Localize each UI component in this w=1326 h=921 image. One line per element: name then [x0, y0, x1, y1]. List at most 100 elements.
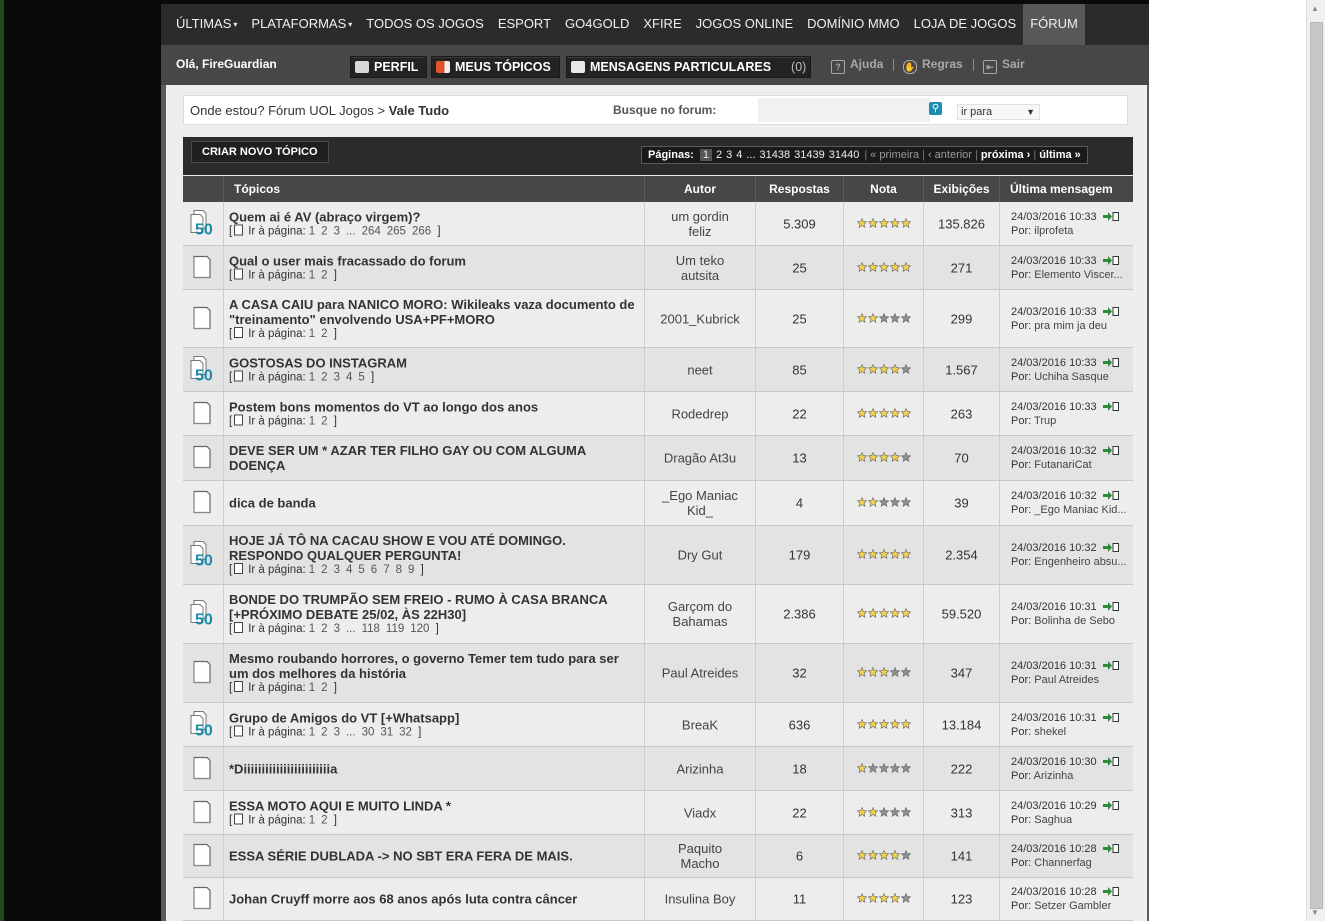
topic-page-link[interactable]: 3 — [334, 371, 340, 383]
topic-page-link[interactable]: 3 — [334, 623, 340, 635]
topic-page-link[interactable]: 7 — [383, 564, 389, 576]
last-message-author-link[interactable]: shekel — [1034, 726, 1066, 738]
topic-page-link[interactable]: 264 — [362, 225, 381, 237]
topic-page-link[interactable]: 2 — [321, 564, 327, 576]
topic-title-link[interactable]: Grupo de Amigos do VT [+Whatsapp] — [229, 710, 636, 725]
last-message-author-link[interactable]: ilprofeta — [1034, 225, 1073, 237]
last-message-author-link[interactable]: Engenheiro absu... — [1034, 556, 1126, 568]
nav-item[interactable]: DOMÍNIO MMO — [800, 4, 906, 45]
last-message-author-link[interactable]: Setzer Gambler — [1034, 900, 1111, 912]
topic-page-link[interactable]: 9 — [408, 564, 414, 576]
topic-title-link[interactable]: A CASA CAIU para NANICO MORO: Wikileaks … — [229, 297, 636, 327]
topic-page-link[interactable]: 8 — [396, 564, 402, 576]
topic-page-link[interactable]: 3 — [334, 225, 340, 237]
topic-page-link[interactable]: 1 — [309, 371, 315, 383]
topic-page-link[interactable]: 120 — [410, 623, 429, 635]
scroll-up-arrow-icon[interactable]: ▲ — [1311, 4, 1319, 13]
last-message-author-link[interactable]: Bolinha de Sebo — [1034, 615, 1115, 627]
go-to-last-post-icon[interactable] — [1102, 542, 1119, 552]
topic-page-link[interactable]: 1 — [309, 328, 315, 340]
nav-item[interactable]: ESPORT — [491, 4, 558, 45]
topic-title-link[interactable]: ESSA SÉRIE DUBLADA -> NO SBT ERA FERA DE… — [229, 849, 636, 864]
topic-page-link[interactable]: 1 — [309, 682, 315, 694]
search-input[interactable] — [758, 98, 930, 122]
author-link[interactable]: _Ego Maniac Kid_ — [662, 488, 738, 518]
go-to-last-post-icon[interactable] — [1102, 255, 1119, 265]
go-to-last-post-icon[interactable] — [1102, 211, 1119, 221]
next-page-link[interactable]: próxima › — [981, 149, 1031, 161]
topic-page-link[interactable]: 2 — [321, 415, 327, 427]
go-to-last-post-icon[interactable] — [1102, 401, 1119, 411]
topic-page-link[interactable]: 266 — [412, 225, 431, 237]
author-link[interactable]: Dragão At3u — [664, 451, 736, 466]
previous-page-link[interactable]: ‹ anterior — [928, 149, 972, 161]
topic-title-link[interactable]: ESSA MOTO AQUI E MUITO LINDA * — [229, 798, 636, 813]
nav-item[interactable]: TODOS OS JOGOS — [359, 4, 491, 45]
last-message-author-link[interactable]: Uchiha Sasque — [1034, 371, 1109, 383]
author-link[interactable]: Arizinha — [677, 761, 724, 776]
topic-page-link[interactable]: 2 — [321, 225, 327, 237]
last-message-author-link[interactable]: Elemento Viscer... — [1034, 269, 1122, 281]
first-page-link[interactable]: « primeira — [870, 149, 919, 161]
topic-page-link[interactable]: 2 — [321, 623, 327, 635]
go-to-last-post-icon[interactable] — [1102, 886, 1119, 896]
topic-page-link[interactable]: 2 — [321, 328, 327, 340]
topic-title-link[interactable]: GOSTOSAS DO INSTAGRAM — [229, 355, 636, 370]
author-link[interactable]: 2001_Kubrick — [660, 311, 740, 326]
topic-title-link[interactable]: Quem ai é AV (abraço virgem)? — [229, 209, 636, 224]
topic-page-link[interactable]: 30 — [362, 726, 375, 738]
topic-page-link[interactable]: 1 — [309, 564, 315, 576]
topic-page-link[interactable]: 1 — [309, 814, 315, 826]
last-message-author-link[interactable]: _Ego Maniac Kid... — [1034, 504, 1126, 516]
last-message-author-link[interactable]: FutanariCat — [1034, 459, 1091, 471]
go-to-last-post-icon[interactable] — [1102, 756, 1119, 766]
rules-link[interactable]: ✋ Regras — [903, 57, 963, 74]
go-to-last-post-icon[interactable] — [1102, 800, 1119, 810]
topic-page-link[interactable]: 1 — [309, 623, 315, 635]
jump-select[interactable]: ir para ▼ — [957, 104, 1040, 120]
topic-title-link[interactable]: Mesmo roubando horrores, o governo Temer… — [229, 651, 636, 681]
last-message-author-link[interactable]: Channerfag — [1034, 857, 1092, 869]
author-link[interactable]: Garçom do Bahamas — [668, 599, 732, 629]
topic-page-link[interactable]: 3 — [334, 564, 340, 576]
help-link[interactable]: ? Ajuda — [831, 57, 883, 74]
my-topics-button[interactable]: MEUS TÓPICOS — [431, 56, 560, 78]
last-message-author-link[interactable]: Trup — [1034, 415, 1056, 427]
go-to-last-post-icon[interactable] — [1102, 357, 1119, 367]
go-to-last-post-icon[interactable] — [1102, 843, 1119, 853]
profile-button[interactable]: PERFIL — [350, 56, 428, 78]
topic-title-link[interactable]: dica de banda — [229, 496, 636, 511]
topic-title-link[interactable]: Qual o user mais fracassado do forum — [229, 253, 636, 268]
new-topic-button[interactable]: CRIAR NOVO TÓPICO — [191, 141, 329, 163]
author-link[interactable]: Um teko autsita — [676, 253, 724, 283]
topic-title-link[interactable]: *Diiiiiiiiiiiiiiiiiiiiiiiia — [229, 761, 636, 776]
topic-page-link[interactable]: 2 — [321, 269, 327, 281]
topic-page-link[interactable]: 119 — [386, 623, 404, 635]
topic-page-link[interactable]: 2 — [321, 726, 327, 738]
breadcrumb-forum-link[interactable]: Fórum UOL Jogos — [268, 103, 374, 118]
topic-page-link[interactable]: 5 — [358, 371, 364, 383]
nav-item[interactable]: XFIRE — [636, 4, 688, 45]
topic-page-link[interactable]: 2 — [321, 814, 327, 826]
topic-page-link[interactable]: 2 — [321, 371, 327, 383]
topic-title-link[interactable]: Johan Cruyff morre aos 68 anos após luta… — [229, 892, 636, 907]
topic-page-link[interactable]: 1 — [309, 726, 315, 738]
topic-page-link[interactable]: 5 — [358, 564, 364, 576]
page-link[interactable]: 3 — [726, 149, 732, 161]
last-message-author-link[interactable]: Paul Atreides — [1034, 674, 1099, 686]
author-link[interactable]: Rodedrep — [671, 406, 728, 421]
nav-item[interactable]: JOGOS ONLINE — [689, 4, 801, 45]
vertical-scrollbar[interactable]: ▲ ▼ — [1306, 0, 1325, 921]
go-to-last-post-icon[interactable] — [1102, 601, 1119, 611]
last-page-link[interactable]: última » — [1039, 149, 1081, 161]
topic-title-link[interactable]: Postem bons momentos do VT ao longo dos … — [229, 399, 636, 414]
last-message-author-link[interactable]: Arizinha — [1034, 770, 1074, 782]
topic-page-link[interactable]: 4 — [346, 564, 352, 576]
nav-item[interactable]: LOJA DE JOGOS — [907, 4, 1024, 45]
go-to-last-post-icon[interactable] — [1102, 445, 1119, 455]
author-link[interactable]: BreaK — [682, 717, 718, 732]
page-link[interactable]: 31439 — [794, 149, 825, 161]
search-icon[interactable]: ⚲ — [929, 102, 942, 115]
author-link[interactable]: um gordin feliz — [671, 209, 729, 239]
go-to-last-post-icon[interactable] — [1102, 712, 1119, 722]
